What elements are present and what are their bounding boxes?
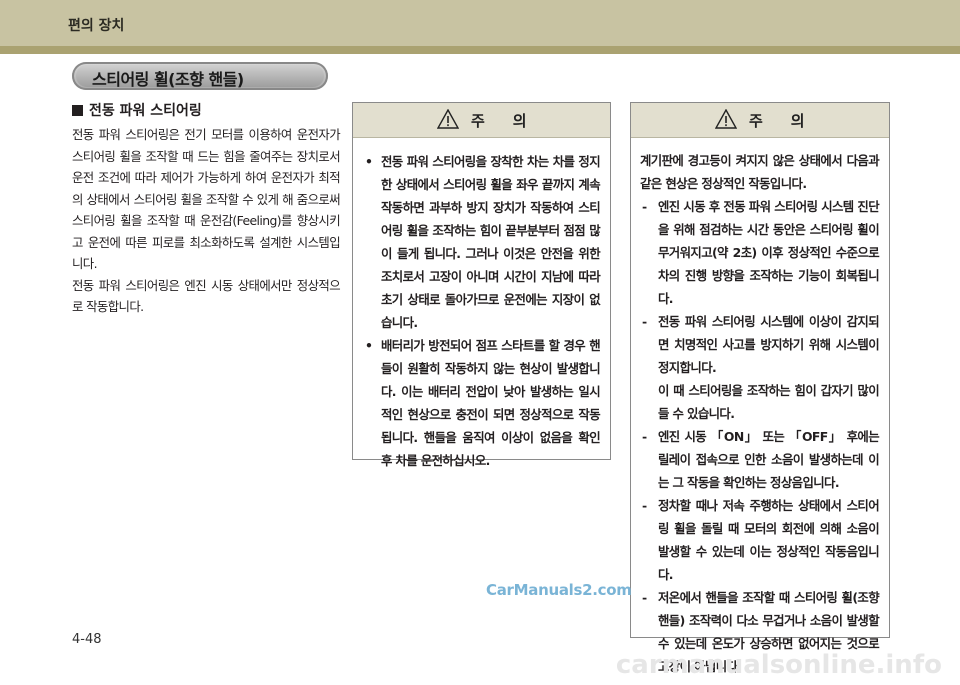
list-item-note: 이 때 스티어링을 조작하는 힘이 갑자기 많이 들 수 있습니다. [658, 383, 880, 421]
list-item: - 엔진 시동 후 전동 파워 스티어링 시스템 진단을 위해 점검하는 시간 동… [642, 199, 880, 306]
page-number: 4-48 [72, 632, 102, 647]
watermark-carmanuals2: CarManuals2.com [486, 581, 632, 599]
subsection-heading: 전동 파워 스티어링 [72, 100, 202, 120]
caution-label: 주의 [471, 112, 555, 130]
body-paragraph: 전동 파워 스티어링은 전기 모터를 이용하여 운전자가 스티어링 휠을 조작할… [72, 127, 341, 271]
header-band [0, 0, 960, 54]
caution-body: • 전동 파워 스티어링을 장착한 차는 차를 정지한 상태에서 스티어링 휠을 … [353, 138, 610, 472]
section-title: 스티어링 휠(조향 핸들) [92, 70, 244, 89]
list-item: • 배터리가 방전되어 점프 스타트를 할 경우 핸들이 원활히 작동하지 않는 … [365, 338, 601, 468]
caution-intro: 계기판에 경고등이 켜지지 않은 상태에서 다음과 같은 현상은 정상적인 작동… [640, 153, 880, 191]
body-paragraph: 전동 파워 스티어링은 엔진 시동 상태에서만 정상적으로 작동합니다. [72, 277, 341, 315]
caution-box-1: 주의 • 전동 파워 스티어링을 장착한 차는 차를 정지한 상태에서 스티어링 … [352, 102, 611, 468]
header-rule [0, 46, 960, 54]
body-text: 전동 파워 스티어링은 전기 모터를 이용하여 운전자가 스티어링 휠을 조작할… [72, 124, 341, 318]
chapter-title: 편의 장치 [68, 18, 125, 34]
caution-header: 주의 [353, 103, 610, 138]
square-bullet-icon [72, 105, 83, 116]
list-item: - 정차할 때나 저속 주행하는 상태에서 스티어링 휠을 돌릴 때 모터의 회전… [642, 498, 880, 582]
warning-triangle-icon [715, 109, 737, 129]
list-item: • 전동 파워 스티어링을 장착한 차는 차를 정지한 상태에서 스티어링 휠을 … [365, 154, 601, 330]
caution-box-2: 주의 계기판에 경고등이 켜지지 않은 상태에서 다음과 같은 현상은 정상적인… [630, 102, 890, 674]
subsection-title: 전동 파워 스티어링 [89, 103, 202, 119]
watermark-carmanualsonline: carmanualsonline.info [615, 650, 942, 680]
caution-label: 주의 [749, 112, 833, 130]
warning-triangle-icon [437, 109, 459, 129]
caution-header: 주의 [631, 103, 889, 138]
list-item: - 엔진 시동 「ON」 또는 「OFF」 후에는 릴레이 접속으로 인한 소음이… [642, 429, 880, 490]
section-banner: 스티어링 휠(조향 핸들) [72, 62, 328, 90]
caution-body: 계기판에 경고등이 켜지지 않은 상태에서 다음과 같은 현상은 정상적인 작동… [631, 138, 889, 678]
list-item: - 전동 파워 스티어링 시스템에 이상이 감지되면 치명적인 사고를 방지하기 … [642, 314, 880, 421]
